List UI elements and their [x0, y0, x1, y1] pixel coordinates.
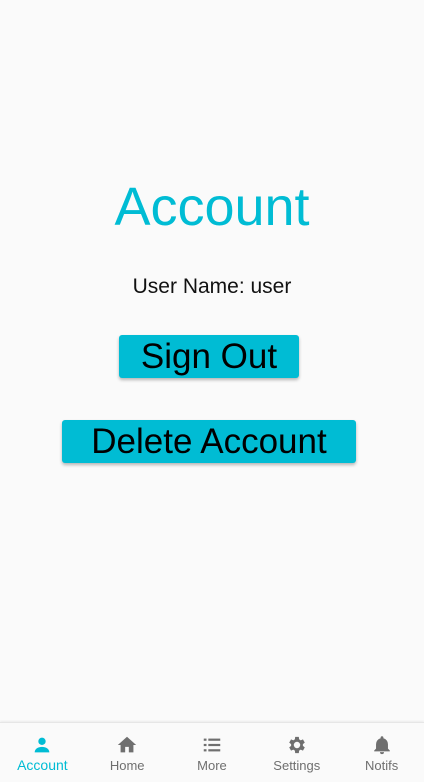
page-title: Account [114, 177, 310, 237]
tab-account[interactable]: Account [0, 723, 85, 782]
tab-settings[interactable]: Settings [254, 723, 339, 782]
account-content: Account User Name: user Sign Out Delete … [0, 0, 424, 722]
tab-home-label: Home [109, 758, 145, 773]
tab-notifs-label: Notifs [364, 758, 399, 773]
home-icon [118, 736, 137, 753]
tab-notifs[interactable]: Notifs [339, 723, 424, 782]
tab-more-label: More [197, 758, 227, 773]
sign-out-button[interactable]: Sign Out [119, 335, 299, 378]
user-name-text: User Name: user [132, 275, 292, 298]
gear-icon [288, 736, 305, 754]
list-icon [203, 738, 221, 752]
tab-account-label: Account [17, 757, 68, 773]
account-screen: Account User Name: user Sign Out Delete … [0, 0, 424, 782]
bell-icon [373, 736, 390, 755]
tab-settings-label: Settings [273, 758, 321, 773]
delete-account-button[interactable]: Delete Account [62, 420, 356, 463]
person-icon [35, 737, 50, 753]
tab-more[interactable]: More [170, 723, 255, 782]
bottom-tab-bar: Account Home More Settings Notifs [0, 722, 424, 782]
tab-home[interactable]: Home [85, 723, 170, 782]
